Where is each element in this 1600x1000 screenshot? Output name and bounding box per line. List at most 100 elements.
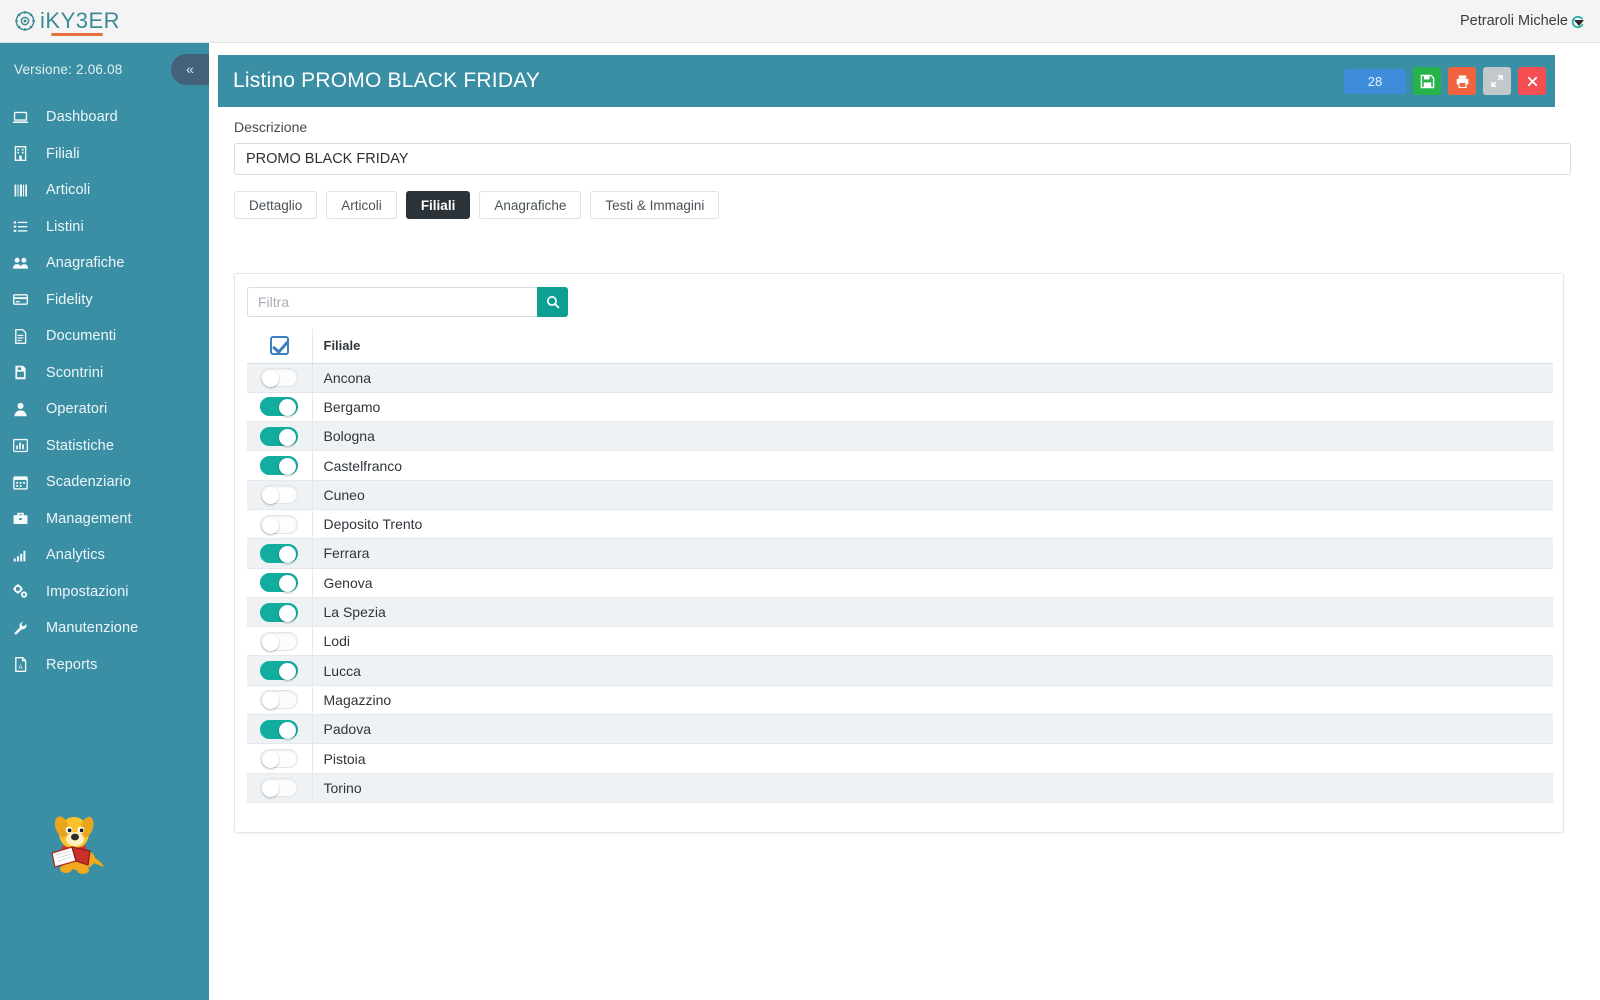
row-toggle-cell[interactable] bbox=[247, 773, 313, 803]
filiale-toggle-switch[interactable] bbox=[260, 602, 299, 622]
toggle-knob bbox=[279, 575, 297, 593]
sidebar-item-label: Impostazioni bbox=[46, 583, 129, 600]
filiale-toggle-switch[interactable] bbox=[260, 426, 299, 446]
row-toggle-cell[interactable] bbox=[247, 450, 313, 481]
toggle-knob bbox=[262, 780, 280, 798]
row-toggle-cell[interactable] bbox=[247, 480, 313, 510]
table-row[interactable]: Pistoia bbox=[247, 743, 1553, 774]
table-row[interactable]: Bologna bbox=[247, 421, 1553, 452]
filiali-card: Filiale AnconaBergamoBolognaCastelfranco… bbox=[234, 273, 1564, 833]
barcode-icon bbox=[12, 182, 40, 199]
record-count-badge[interactable]: 28 bbox=[1344, 68, 1406, 94]
table-row[interactable]: Cuneo bbox=[247, 480, 1553, 510]
row-toggle-cell[interactable] bbox=[247, 626, 313, 657]
table-row[interactable]: Bergamo bbox=[247, 392, 1553, 423]
row-toggle-cell[interactable] bbox=[247, 597, 313, 628]
sidebar-item-label: Articoli bbox=[46, 182, 91, 199]
tab-anagrafiche[interactable]: Anagrafiche bbox=[479, 191, 582, 219]
loading-spinner-icon bbox=[1571, 16, 1584, 29]
filiale-toggle-switch[interactable] bbox=[260, 368, 299, 388]
row-toggle-cell[interactable] bbox=[247, 421, 313, 452]
sidebar-collapse-button[interactable]: « bbox=[171, 53, 209, 85]
table-row[interactable]: Lucca bbox=[247, 655, 1553, 686]
select-all-checkbox-icon[interactable] bbox=[269, 336, 289, 356]
sidebar-item-listini[interactable]: Listini bbox=[0, 209, 209, 246]
app-logo[interactable]: iKY3ER bbox=[0, 10, 120, 36]
close-button[interactable] bbox=[1518, 67, 1546, 95]
tab-testi-immagini[interactable]: Testi & Immagini bbox=[590, 191, 720, 219]
row-toggle-cell[interactable] bbox=[247, 685, 313, 716]
panel-header-actions: 28 bbox=[1344, 67, 1546, 95]
table-row[interactable]: Genova bbox=[247, 568, 1553, 598]
column-header-filiale[interactable]: Filiale bbox=[312, 329, 1553, 364]
filiale-toggle-switch[interactable] bbox=[260, 456, 299, 476]
filiale-toggle-switch[interactable] bbox=[260, 485, 299, 505]
filiale-toggle-switch[interactable] bbox=[260, 543, 299, 563]
sidebar-item-manutenzione[interactable]: Manutenzione bbox=[0, 610, 209, 647]
filiale-toggle-switch[interactable] bbox=[260, 661, 299, 681]
table-row[interactable]: Padova bbox=[247, 714, 1553, 745]
sidebar-item-fidelity[interactable]: Fidelity bbox=[0, 282, 209, 319]
sidebar-item-scadenziario[interactable]: Scadenziario bbox=[0, 464, 209, 501]
save-button[interactable] bbox=[1413, 67, 1441, 95]
table-row[interactable]: Deposito Trento bbox=[247, 509, 1553, 540]
compass-wheel-icon bbox=[15, 11, 35, 31]
sidebar-item-filiali[interactable]: Filiali bbox=[0, 136, 209, 173]
filiale-toggle-switch[interactable] bbox=[260, 573, 299, 593]
user-menu[interactable]: Petraroli Michele bbox=[1460, 13, 1600, 29]
sidebar-item-operatori[interactable]: Operatori bbox=[0, 391, 209, 428]
sidebar-item-label: Statistiche bbox=[46, 437, 114, 454]
filiale-toggle-switch[interactable] bbox=[260, 778, 299, 798]
table-row[interactable]: Ancona bbox=[247, 363, 1553, 393]
filiale-name-cell: Lodi bbox=[312, 626, 1553, 657]
sidebar-item-label: Documenti bbox=[46, 328, 117, 345]
logo-underline bbox=[51, 33, 103, 36]
sidebar-item-reports[interactable]: A Reports bbox=[0, 647, 209, 684]
row-toggle-cell[interactable] bbox=[247, 655, 313, 686]
table-row[interactable]: Castelfranco bbox=[247, 450, 1553, 481]
sidebar-item-impostazioni[interactable]: Impostazioni bbox=[0, 574, 209, 611]
filiale-name-cell: Genova bbox=[312, 568, 1553, 598]
pdf-file-icon: A bbox=[12, 656, 40, 673]
filiale-toggle-switch[interactable] bbox=[260, 514, 299, 534]
filter-search-button[interactable] bbox=[537, 287, 568, 317]
table-row[interactable]: Magazzino bbox=[247, 685, 1553, 716]
print-button[interactable] bbox=[1448, 67, 1476, 95]
filiale-toggle-switch[interactable] bbox=[260, 397, 299, 417]
sidebar-item-anagrafiche[interactable]: Anagrafiche bbox=[0, 245, 209, 282]
expand-button[interactable] bbox=[1483, 67, 1511, 95]
row-toggle-cell[interactable] bbox=[247, 568, 313, 598]
row-toggle-cell[interactable] bbox=[247, 743, 313, 774]
tab-dettaglio[interactable]: Dettaglio bbox=[234, 191, 318, 219]
row-toggle-cell[interactable] bbox=[247, 392, 313, 423]
table-row[interactable]: Ferrara bbox=[247, 538, 1553, 569]
sidebar-item-dashboard[interactable]: Dashboard bbox=[0, 99, 209, 136]
sidebar-item-management[interactable]: Management bbox=[0, 501, 209, 538]
tab-articoli[interactable]: Articoli bbox=[326, 191, 397, 219]
sidebar-item-statistiche[interactable]: Statistiche bbox=[0, 428, 209, 465]
sidebar-item-label: Dashboard bbox=[46, 109, 118, 126]
row-toggle-cell[interactable] bbox=[247, 538, 313, 569]
filiale-name-cell: Padova bbox=[312, 714, 1553, 745]
filiale-toggle-switch[interactable] bbox=[260, 690, 299, 710]
table-row[interactable]: Lodi bbox=[247, 626, 1553, 657]
filiale-toggle-switch[interactable] bbox=[260, 749, 299, 768]
sidebar-item-articoli[interactable]: Articoli bbox=[0, 172, 209, 209]
row-toggle-cell[interactable] bbox=[247, 714, 313, 745]
select-all-header[interactable] bbox=[247, 329, 313, 364]
filiale-toggle-switch[interactable] bbox=[260, 631, 299, 651]
toggle-knob bbox=[279, 663, 297, 681]
sidebar-item-analytics[interactable]: Analytics bbox=[0, 537, 209, 574]
filter-input[interactable] bbox=[247, 287, 537, 317]
table-row[interactable]: Torino bbox=[247, 773, 1553, 803]
filiale-toggle-switch[interactable] bbox=[260, 719, 299, 739]
sidebar-item-scontrini[interactable]: Scontrini bbox=[0, 355, 209, 392]
table-row[interactable]: La Spezia bbox=[247, 597, 1553, 628]
sidebar-item-documenti[interactable]: Documenti bbox=[0, 318, 209, 355]
row-toggle-cell[interactable] bbox=[247, 509, 313, 540]
toggle-knob bbox=[279, 604, 297, 622]
toggle-knob bbox=[279, 428, 297, 446]
descrizione-input[interactable] bbox=[234, 143, 1571, 175]
tab-filiali[interactable]: Filiali bbox=[405, 191, 471, 219]
row-toggle-cell[interactable] bbox=[247, 363, 313, 393]
